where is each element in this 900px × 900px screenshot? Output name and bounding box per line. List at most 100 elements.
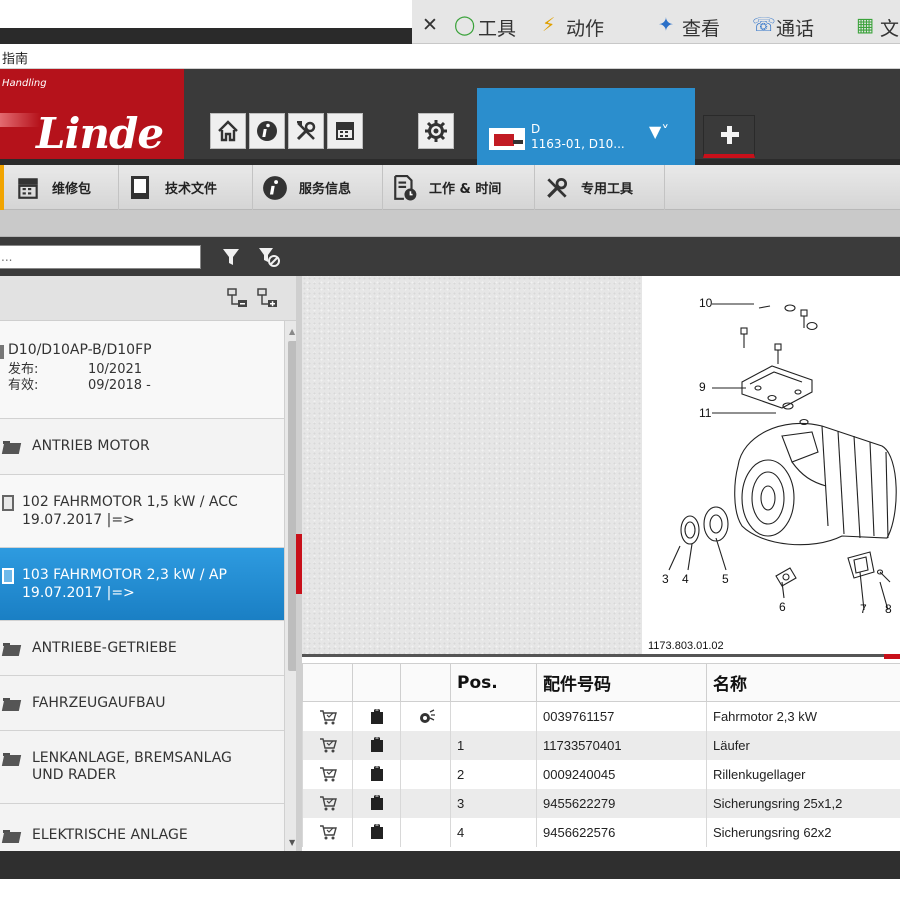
shopping-cart-icon[interactable] — [319, 766, 337, 782]
tree-item-antrieb-motor[interactable]: ANTRIEB MOTOR — [0, 419, 284, 475]
tree-item-label: ANTRIEB MOTOR — [32, 438, 150, 454]
tree-item-102-fahrmotor[interactable]: 102 FAHRMOTOR 1,5 kW / ACC 19.07.2017 |=… — [0, 475, 284, 548]
clipboard-cell[interactable] — [352, 701, 401, 731]
column-header-detail[interactable] — [400, 663, 451, 702]
clipboard-icon[interactable] — [370, 823, 384, 840]
divider-handle[interactable] — [884, 654, 900, 659]
column-header-clipboard[interactable] — [352, 663, 401, 702]
ext-text-label[interactable]: 文 — [880, 14, 899, 41]
parts-table-row[interactable]: 1 11733570401 Läufer — [302, 730, 900, 760]
toolbar-work-time[interactable]: 工作 & 时间 — [383, 165, 535, 210]
work-time-icon — [391, 174, 419, 202]
toolbar-repair-kit[interactable]: 维修包 — [6, 165, 119, 210]
exploded-view-drawing — [668, 303, 897, 611]
settings-button[interactable] — [418, 113, 454, 149]
tree-item-elektrische-anlage[interactable]: ELEKTRISCHE ANLAGE — [0, 804, 284, 851]
tree-item-lenkanlage[interactable]: LENKANLAGE, BREMSANLAG UND RADER — [0, 731, 284, 804]
ext-close-icon[interactable]: ✕ — [422, 14, 438, 36]
ext-call-label[interactable]: 通话 — [776, 14, 814, 41]
scroll-up-arrow-icon[interactable]: ▲ — [289, 327, 295, 336]
search-input[interactable] — [0, 245, 201, 269]
callout-3[interactable]: 3 — [662, 572, 669, 586]
scroll-down-arrow-icon[interactable]: ▼ — [289, 838, 295, 847]
ext-action-label[interactable]: 动作 — [566, 14, 604, 41]
shopping-cart-icon[interactable] — [319, 737, 337, 753]
add-tab-button[interactable] — [703, 115, 755, 158]
clipboard-icon[interactable] — [370, 765, 384, 782]
callout-7[interactable]: 7 — [860, 602, 867, 616]
ext-action-icon[interactable]: ⚡ — [542, 14, 555, 36]
logo-wordmark: Linde — [36, 109, 164, 158]
home-button[interactable] — [210, 113, 246, 149]
add-to-cart-cell[interactable] — [302, 759, 353, 789]
column-header-cart[interactable] — [302, 663, 353, 702]
callout-10[interactable]: 10 — [699, 296, 712, 310]
clipboard-cell[interactable] — [352, 730, 401, 760]
clipboard-cell[interactable] — [352, 817, 401, 847]
folder-icon — [3, 440, 21, 454]
callout-5[interactable]: 5 — [722, 572, 729, 586]
vehicle-tab[interactable]: D 1163-01, D10... ▼˅ — [477, 88, 695, 165]
callout-9[interactable]: 9 — [699, 380, 706, 394]
callout-8[interactable]: 8 — [885, 602, 892, 616]
expand-tree-icon — [257, 288, 277, 307]
folder-icon — [3, 829, 21, 843]
drawing-table-divider[interactable] — [302, 654, 900, 657]
ext-tools-icon[interactable]: ◯ — [454, 14, 475, 36]
tree-item-fahrzeugaufbau[interactable]: FAHRZEUGAUFBAU — [0, 676, 284, 731]
assembly-detail-icon[interactable] — [417, 708, 435, 723]
ext-view-icon[interactable]: ✦ — [658, 14, 674, 36]
toolbar-technical-docs[interactable]: 技术文件 — [119, 165, 253, 210]
toolbar-special-tools[interactable]: 专用工具 — [535, 165, 665, 210]
part-name-cell: Läufer — [706, 730, 900, 760]
add-to-cart-cell[interactable] — [302, 817, 353, 847]
shopping-cart-icon[interactable] — [319, 708, 337, 725]
info-button[interactable] — [249, 113, 285, 149]
tools-button[interactable] — [288, 113, 324, 149]
shopping-cart-icon[interactable] — [319, 824, 337, 840]
parts-table-row[interactable]: 2 0009240045 Rillenkugellager — [302, 759, 900, 789]
ext-tools-label[interactable]: 工具 — [478, 14, 516, 41]
parts-table-row[interactable]: 4 9456622576 Sicherungsring 62x2 — [302, 817, 900, 847]
parts-table-row[interactable]: 3 9455622279 Sicherungsring 25x1,2 — [302, 788, 900, 818]
logo-tagline: Handling — [2, 78, 47, 89]
add-to-cart-cell[interactable] — [302, 730, 353, 760]
exploded-drawing-viewer[interactable]: 10 9 11 3 4 5 6 7 8 1173.803.01.02 — [302, 276, 900, 659]
add-to-cart-cell[interactable] — [302, 701, 353, 731]
clipboard-icon[interactable] — [370, 736, 384, 753]
shopping-cart-icon[interactable] — [319, 795, 337, 811]
linde-logo: Handling Linde — [0, 69, 184, 165]
filter-button[interactable] — [217, 244, 245, 270]
ext-call-icon[interactable]: ☏ — [752, 14, 776, 36]
tree-list: D10/D10AP-B/D10FP 发布: 10/2021 有效: 09/201… — [0, 321, 284, 851]
clear-filter-button[interactable] — [255, 244, 283, 270]
ext-text-icon[interactable]: ▦ — [856, 14, 874, 36]
tree-item-103-fahrmotor[interactable]: 103 FAHRMOTOR 2,3 kW / AP 19.07.2017 |=> — [0, 548, 284, 621]
column-header-name[interactable]: 名称 — [706, 663, 900, 702]
collapse-all-button[interactable] — [226, 286, 250, 310]
parts-table-row[interactable]: 0039761157 Fahrmotor 2,3 kW — [302, 701, 900, 731]
repair-kit-button[interactable] — [327, 113, 363, 149]
tree-item-label-line2: UND RADER — [32, 767, 117, 783]
toolbar-service-info[interactable]: 服务信息 — [253, 165, 383, 210]
clipboard-cell[interactable] — [352, 759, 401, 789]
tree-item-antriebe-getriebe[interactable]: ANTRIEBE-GETRIEBE — [0, 621, 284, 676]
column-header-part-number[interactable]: 配件号码 — [536, 663, 707, 702]
column-header-pos[interactable]: Pos. — [450, 663, 537, 702]
expand-all-button[interactable] — [256, 286, 280, 310]
top-strip: ‹ ⧉ ↙ ⊥ ✕ ◯ 工具 ⚡ 动作 ✦ 查看 ☏ 通话 ▦ 文 — [0, 0, 900, 44]
clipboard-icon[interactable] — [370, 708, 384, 724]
part-number-cell: 0009240045 — [536, 759, 707, 789]
add-to-cart-cell[interactable] — [302, 788, 353, 818]
clipboard-cell[interactable] — [352, 788, 401, 818]
status-bar — [0, 851, 900, 879]
callout-6[interactable]: 6 — [779, 600, 786, 614]
tab-filter-icon[interactable]: ▼˅ — [649, 122, 669, 141]
ext-view-label[interactable]: 查看 — [682, 14, 720, 41]
callout-11[interactable]: 11 — [699, 406, 711, 420]
callout-4[interactable]: 4 — [682, 572, 689, 586]
clipboard-icon[interactable] — [370, 794, 384, 811]
pos-cell — [450, 701, 537, 731]
part-number-cell: 0039761157 — [536, 701, 707, 731]
tree-model-header[interactable]: D10/D10AP-B/D10FP 发布: 10/2021 有效: 09/201… — [0, 321, 284, 419]
